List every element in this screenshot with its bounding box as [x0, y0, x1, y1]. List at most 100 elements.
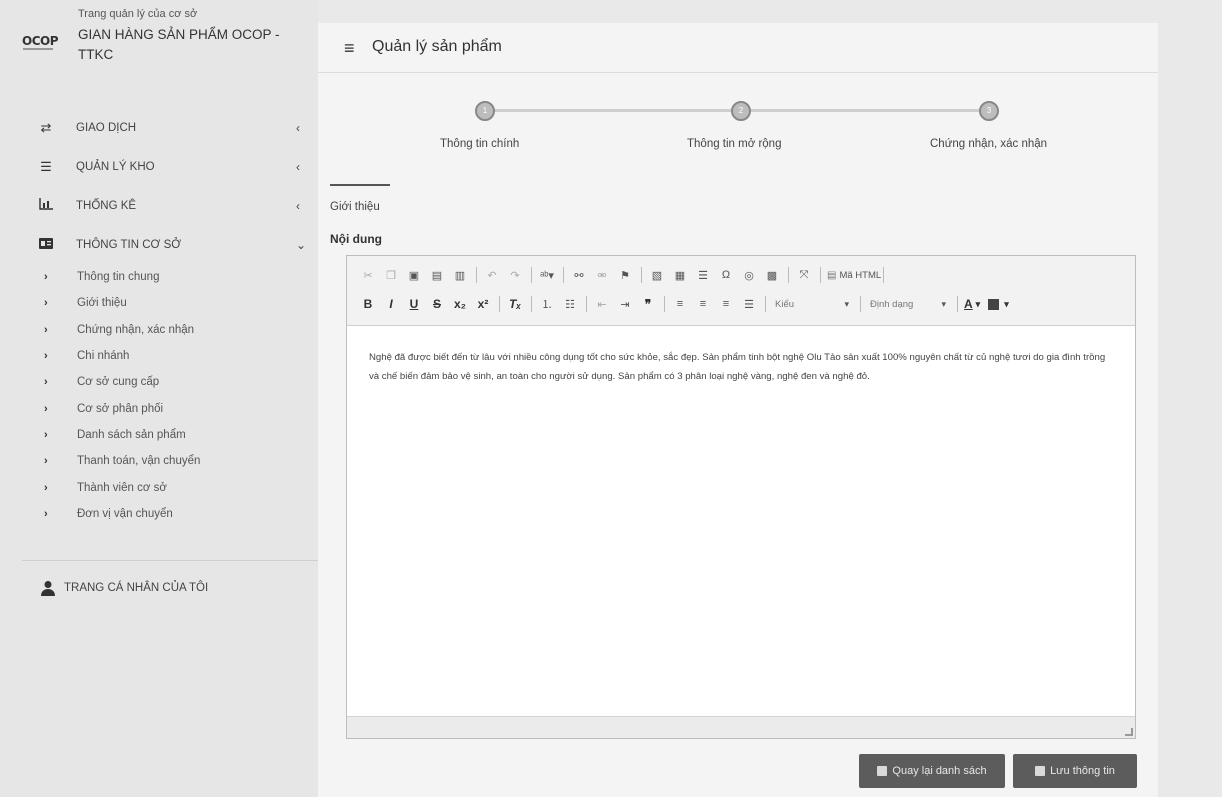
remove-format-icon[interactable]: Tₓ	[506, 294, 524, 314]
special-char-icon[interactable]: Ω	[717, 265, 735, 285]
anchor-icon[interactable]: ⚑	[616, 265, 634, 285]
toolbar-separator	[664, 296, 665, 312]
sidebar-subitem-label: Thông tin chung	[77, 271, 160, 284]
sidebar-subitem-danh-sach-san-pham[interactable]: › Danh sách sản phẩm	[0, 422, 318, 448]
unlink-icon[interactable]: ⚮	[593, 265, 611, 285]
toolbar-separator	[860, 296, 861, 312]
toolbar-separator	[476, 267, 477, 283]
back-to-list-button[interactable]: Quay lại danh sách	[859, 754, 1005, 788]
youtube-icon[interactable]: ▩	[763, 265, 781, 285]
sidebar-item-label: THÔNG TIN CƠ SỞ	[76, 238, 182, 251]
align-left-icon[interactable]: ≡	[671, 294, 689, 314]
sidebar-item-giao-dich[interactable]: ⇄ GIAO DỊCH ‹	[0, 108, 318, 147]
paste-word-icon[interactable]: ▥	[451, 265, 469, 285]
step-2-dot[interactable]: 2	[731, 101, 751, 121]
menu-toggle-icon[interactable]: ≡	[344, 38, 355, 59]
paste-icon[interactable]: ▣	[405, 265, 423, 285]
sidebar-item-label: GIAO DỊCH	[76, 121, 137, 134]
sidebar-item-thong-ke[interactable]: THỐNG KÊ ‹	[0, 186, 318, 225]
chevron-left-icon: ‹	[296, 159, 300, 174]
step-2-label[interactable]: Thông tin mở rộng	[687, 138, 781, 150]
subscript-icon[interactable]: x₂	[451, 294, 469, 314]
sidebar-subitem-chung-nhan[interactable]: › Chứng nhận, xác nhận	[0, 317, 318, 343]
step-3-label[interactable]: Chứng nhận, xác nhận	[930, 138, 1047, 150]
bulleted-list-icon[interactable]: ☷	[561, 294, 579, 314]
chevron-right-icon: ›	[44, 350, 48, 363]
iframe-icon[interactable]: ◎	[740, 265, 758, 285]
image-icon[interactable]: ▧	[648, 265, 666, 285]
undo-icon[interactable]: ↶	[483, 265, 501, 285]
italic-icon[interactable]: I	[382, 294, 400, 314]
sidebar-item-profile[interactable]: TRANG CÁ NHÂN CỦA TÔI	[0, 576, 318, 600]
back-to-list-label: Quay lại danh sách	[892, 765, 987, 777]
sidebar-subitem-thanh-vien[interactable]: › Thành viên cơ sở	[0, 474, 318, 500]
profile-label: TRANG CÁ NHÂN CỦA TÔI	[64, 582, 209, 594]
tab-gioi-thieu[interactable]: Giới thiệu	[330, 201, 380, 213]
sidebar-item-thong-tin-co-so[interactable]: THÔNG TIN CƠ SỞ ⌄	[0, 225, 318, 264]
horizontal-line-icon[interactable]: ☰	[694, 265, 712, 285]
redo-icon[interactable]: ↷	[506, 265, 524, 285]
sidebar-subitem-gioi-thieu[interactable]: › Giới thiệu	[0, 290, 318, 316]
chevron-left-icon: ‹	[296, 198, 300, 213]
align-justify-icon[interactable]: ☰	[740, 294, 758, 314]
rich-text-editor[interactable]: ✂ ❐ ▣ ▤ ▥ ↶ ↷ ᵃᵇ▾ ⚯ ⚮ ⚑ ▧ ▦ ☰ Ω ◎ ▩ ⤧ ▤ …	[346, 255, 1136, 739]
step-1-label[interactable]: Thông tin chính	[440, 138, 519, 150]
sidebar-subitem-co-so-cung-cap[interactable]: › Cơ sở cung cấp	[0, 369, 318, 395]
align-center-icon[interactable]: ≡	[694, 294, 712, 314]
table-icon[interactable]: ▦	[671, 265, 689, 285]
step-1-dot[interactable]: 1	[475, 101, 495, 121]
sidebar-subitem-chi-nhanh[interactable]: › Chi nhánh	[0, 343, 318, 369]
ocop-logo[interactable]: OCOP	[22, 34, 62, 54]
blockquote-icon[interactable]: ❞	[639, 294, 657, 314]
resize-handle-icon[interactable]	[1125, 728, 1133, 736]
chevron-right-icon: ›	[44, 507, 48, 520]
step-indicator: 1 2 3 Thông tin chính Thông tin mở rộng …	[318, 101, 1158, 161]
superscript-icon[interactable]: x²	[474, 294, 492, 314]
paste-text-icon[interactable]: ▤	[428, 265, 446, 285]
sidebar-item-quan-ly-kho[interactable]: ☰ QUẢN LÝ KHO ‹	[0, 147, 318, 186]
underline-icon[interactable]: U	[405, 294, 423, 314]
maximize-icon[interactable]: ⤧	[795, 265, 813, 285]
sidebar-divider	[22, 560, 318, 561]
active-tab-indicator	[330, 184, 390, 186]
bar-chart-icon	[36, 198, 56, 213]
sidebar: OCOP Trang quản lý của cơ sở GIAN HÀNG S…	[0, 0, 318, 797]
list-icon: ☰	[40, 158, 52, 174]
align-right-icon[interactable]: ≡	[717, 294, 735, 314]
spellcheck-icon[interactable]: ᵃᵇ▾	[538, 265, 556, 285]
brand: OCOP Trang quản lý của cơ sở GIAN HÀNG S…	[22, 8, 312, 100]
chevron-down-icon: ▾	[941, 298, 946, 309]
brand-name[interactable]: GIAN HÀNG SẢN PHẨM OCOP - TTKC	[78, 25, 302, 65]
chevron-down-icon: ▾	[1004, 298, 1009, 309]
toolbar-separator	[531, 267, 532, 283]
sidebar-subitem-co-so-phan-phoi[interactable]: › Cơ sở phân phối	[0, 395, 318, 421]
chevron-right-icon: ›	[44, 481, 48, 494]
strikethrough-icon[interactable]: S	[428, 294, 446, 314]
sidebar-subitem-label: Giới thiệu	[77, 297, 127, 310]
editor-statusbar	[347, 716, 1135, 738]
toolbar-row-1: ✂ ❐ ▣ ▤ ▥ ↶ ↷ ᵃᵇ▾ ⚯ ⚮ ⚑ ▧ ▦ ☰ Ω ◎ ▩ ⤧ ▤ …	[359, 264, 890, 286]
arrow-left-icon	[877, 766, 888, 776]
bold-icon[interactable]: B	[359, 294, 377, 314]
style-select[interactable]: Kiểu ▾	[772, 295, 852, 313]
sidebar-subitem-thanh-toan[interactable]: › Thanh toán, vận chuyển	[0, 448, 318, 474]
sidebar-item-label: THỐNG KÊ	[76, 199, 137, 212]
source-html-button[interactable]: Mã HTML	[827, 270, 881, 281]
link-icon[interactable]: ⚯	[570, 265, 588, 285]
page-title: Quản lý sản phẩm	[372, 38, 502, 55]
step-3-dot[interactable]: 3	[979, 101, 999, 121]
cut-icon[interactable]: ✂	[359, 265, 377, 285]
sidebar-subitem-thong-tin-chung[interactable]: › Thông tin chung	[0, 264, 318, 290]
sidebar-subitem-don-vi-van-chuyen[interactable]: › Đơn vị vận chuyển	[0, 501, 318, 527]
step-connector	[494, 109, 741, 112]
outdent-icon[interactable]: ⇤	[593, 294, 611, 314]
editor-content[interactable]: Nghệ đã được biết đến từ lâu với nhiều c…	[369, 348, 1111, 386]
chevron-right-icon: ›	[44, 376, 48, 389]
format-select[interactable]: Định dạng ▾	[867, 295, 949, 313]
save-button[interactable]: Lưu thông tin	[1013, 754, 1137, 788]
background-color-button[interactable]: ▾	[988, 298, 1009, 310]
numbered-list-icon[interactable]: ⒈	[538, 294, 556, 314]
text-color-button[interactable]: A ▾	[964, 297, 980, 311]
copy-icon[interactable]: ❐	[382, 265, 400, 285]
indent-icon[interactable]: ⇥	[616, 294, 634, 314]
